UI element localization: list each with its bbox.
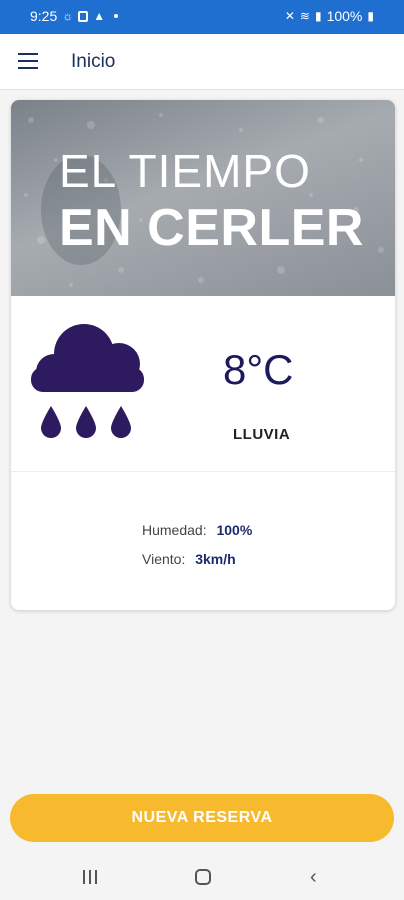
battery-icon: ▮	[367, 9, 374, 23]
rain-cloud-icon	[31, 324, 144, 438]
more-notifications-icon	[114, 14, 119, 18]
humidity-value: 100%	[216, 522, 253, 538]
recents-icon[interactable]	[83, 870, 97, 884]
wifi-icon: ≋	[299, 9, 310, 23]
new-reservation-button[interactable]: NUEVA RESERVA	[10, 794, 394, 842]
status-time: 9:25	[30, 8, 58, 24]
banner-title-line2: EN CERLER	[59, 199, 364, 257]
status-left: 9:25 ☼ ▲	[30, 8, 119, 24]
weather-summary: 8°C LLUVIA	[11, 296, 395, 472]
page-title: Inicio	[71, 51, 116, 72]
warning-icon: ▲	[93, 9, 106, 23]
humidity-row: Humedad: 100%	[142, 522, 252, 538]
system-nav-bar: ‹	[0, 852, 404, 900]
menu-icon[interactable]	[18, 53, 38, 69]
weather-details: Humedad: 100% Viento: 3km/h	[11, 472, 395, 610]
signal-icon: ▮	[314, 9, 322, 23]
home-icon[interactable]	[195, 869, 211, 885]
back-icon[interactable]: ‹	[310, 867, 317, 887]
temperature-value: 8°C	[223, 346, 294, 393]
weather-banner: EL TIEMPO EN CERLER	[11, 100, 395, 296]
brightness-icon: ☼	[62, 9, 74, 23]
wind-row: Viento: 3km/h	[142, 551, 236, 567]
weather-condition: LLUVIA	[233, 426, 291, 443]
banner-title-line1: EL TIEMPO	[59, 145, 311, 197]
notification-icon	[78, 10, 89, 22]
weather-card: EL TIEMPO EN CERLER 8°C LLUVIA Humedad: …	[11, 100, 395, 610]
app-bar: Inicio	[0, 34, 404, 90]
wind-value: 3km/h	[195, 551, 236, 567]
wind-label: Viento:	[142, 551, 186, 567]
status-bar: 9:25 ☼ ▲ ✕ ≋ ▮ 100% ▮	[0, 0, 404, 34]
mute-icon: ✕	[284, 9, 295, 23]
status-right: ✕ ≋ ▮ 100% ▮	[285, 8, 374, 24]
humidity-label: Humedad:	[142, 522, 207, 538]
battery-percent: 100%	[326, 8, 363, 24]
